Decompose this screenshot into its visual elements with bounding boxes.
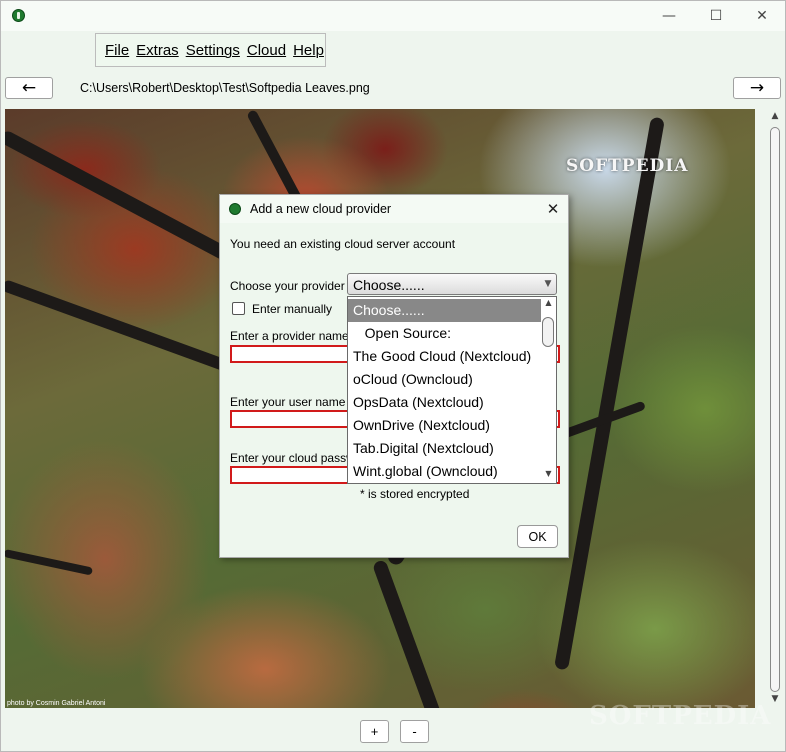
enter-manually-checkbox[interactable] — [232, 302, 245, 315]
app-icon — [229, 203, 241, 215]
photo-credit: photo by Cosmin Gabriel Antoni — [7, 700, 106, 707]
scroll-down-icon[interactable]: ▼ — [766, 694, 784, 708]
provider-dropdown-list: Choose...... Open Source: The Good Cloud… — [347, 296, 557, 484]
provider-label: Choose your provider — [230, 279, 345, 293]
provider-option[interactable]: Tab.Digital (Nextcloud) — [348, 437, 541, 460]
app-icon — [12, 9, 25, 22]
scrollbar-thumb[interactable] — [770, 127, 780, 692]
ok-button[interactable]: OK — [517, 525, 558, 548]
previous-image-button[interactable]: ← — [5, 77, 53, 99]
app-window: — ☐ ✕ File Extras Settings Cloud Help ← … — [0, 0, 786, 752]
dialog-title-bar: Add a new cloud provider ✕ — [220, 195, 568, 223]
menu-help[interactable]: Help — [293, 42, 324, 59]
stored-encrypted-note: * is stored encrypted — [360, 487, 470, 501]
branch-shape — [553, 116, 665, 671]
scrollbar-thumb[interactable] — [542, 317, 554, 347]
provider-select-value: Choose...... — [353, 277, 425, 293]
menu-file[interactable]: File — [105, 42, 129, 59]
branch-shape — [5, 279, 250, 380]
menu-extras[interactable]: Extras — [136, 42, 179, 59]
provider-option[interactable]: The Good Cloud (Nextcloud) — [348, 345, 541, 368]
provider-option[interactable]: oCloud (Owncloud) — [348, 368, 541, 391]
provider-option[interactable]: OpsData (Nextcloud) — [348, 391, 541, 414]
enter-manually-label: Enter manually — [252, 302, 333, 316]
branch-shape — [5, 549, 94, 576]
dialog-title: Add a new cloud provider — [250, 202, 392, 216]
branch-shape — [371, 559, 454, 708]
scroll-up-icon[interactable]: ▲ — [766, 111, 784, 125]
menu-settings[interactable]: Settings — [186, 42, 240, 59]
next-image-button[interactable]: → — [733, 77, 781, 99]
provider-select[interactable]: Choose...... ▼ — [347, 273, 557, 295]
arrow-left-icon: ← — [21, 78, 37, 98]
arrow-right-icon: → — [749, 78, 765, 98]
chevron-down-icon[interactable]: ▼ — [540, 274, 556, 294]
intro-text: You need an existing cloud server accoun… — [230, 237, 456, 251]
dialog-close-button[interactable]: ✕ — [542, 198, 564, 220]
title-bar: — ☐ ✕ — [1, 1, 785, 31]
maximize-button[interactable]: ☐ — [693, 1, 739, 31]
provider-option-header: Open Source: — [353, 325, 452, 341]
scroll-up-icon[interactable]: ▲ — [541, 298, 556, 310]
image-scrollbar[interactable]: ▲ ▼ — [766, 109, 784, 710]
zoom-out-button[interactable]: - — [400, 720, 429, 743]
provider-option[interactable]: Choose...... — [348, 299, 541, 322]
menu-cloud[interactable]: Cloud — [247, 42, 286, 59]
provider-option[interactable]: Wint.global (Owncloud) — [348, 460, 541, 483]
minimize-button[interactable]: — — [646, 1, 692, 31]
provider-option[interactable]: OwnDrive (Nextcloud) — [348, 414, 541, 437]
file-path: C:\Users\Robert\Desktop\Test\Softpedia L… — [80, 81, 370, 95]
scroll-down-icon[interactable]: ▼ — [541, 469, 556, 481]
menu-bar: File Extras Settings Cloud Help — [95, 33, 326, 67]
zoom-in-button[interactable]: + — [360, 720, 389, 743]
close-window-button[interactable]: ✕ — [739, 1, 785, 31]
user-name-label: Enter your user name — [230, 395, 346, 409]
dropdown-scrollbar[interactable]: ▲ ▼ — [541, 297, 556, 483]
softpedia-watermark: SOFTPEDIA — [589, 701, 772, 731]
provider-name-label: Enter a provider name — [230, 329, 349, 343]
softpedia-logo: SOFTPEDIA — [566, 156, 689, 176]
